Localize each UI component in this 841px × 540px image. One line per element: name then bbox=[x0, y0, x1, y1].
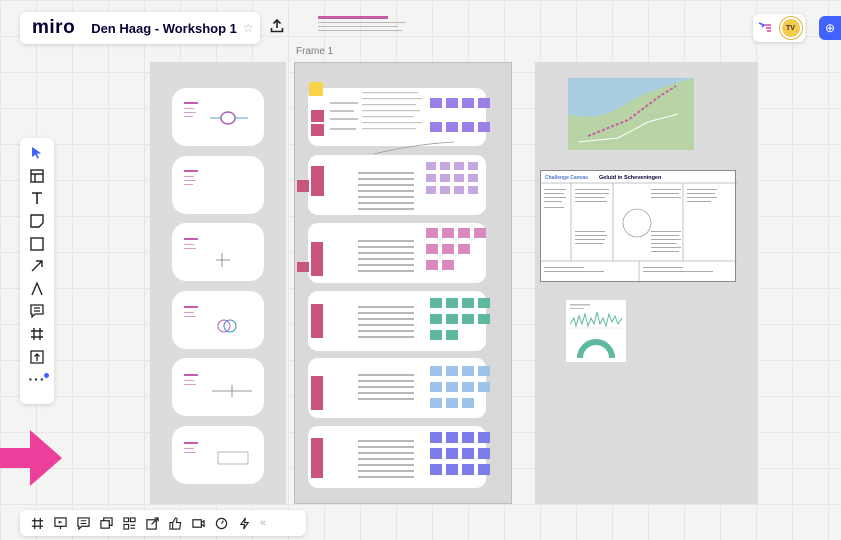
frames-icon[interactable] bbox=[26, 512, 49, 534]
upload-icon[interactable] bbox=[270, 18, 284, 37]
star-icon[interactable]: ☆ bbox=[243, 21, 254, 35]
comment-icon[interactable] bbox=[24, 300, 50, 323]
more-icon[interactable]: ··· bbox=[24, 368, 50, 391]
cursor-icon[interactable] bbox=[24, 142, 50, 165]
frame-content bbox=[297, 82, 490, 478]
globe-icon[interactable]: ⊕ bbox=[819, 16, 841, 40]
rectangle-icon[interactable] bbox=[24, 232, 50, 255]
board-header: miro Den Haag - Workshop 1 ☆ bbox=[20, 12, 283, 44]
reaction-icon[interactable] bbox=[757, 20, 773, 37]
canvas-text-note[interactable] bbox=[318, 16, 408, 38]
apps-icon[interactable] bbox=[233, 512, 256, 534]
arrow-shape[interactable] bbox=[0, 430, 62, 486]
collaboration-bar: TV bbox=[753, 14, 805, 42]
video-icon[interactable] bbox=[187, 512, 210, 534]
presentation-icon[interactable] bbox=[49, 512, 72, 534]
kanban-icon[interactable] bbox=[118, 512, 141, 534]
cards-icon[interactable] bbox=[95, 512, 118, 534]
canvas-structure bbox=[541, 182, 737, 283]
layout-icon[interactable] bbox=[24, 165, 50, 188]
card-thumbnails bbox=[184, 102, 252, 465]
voting-icon[interactable] bbox=[164, 512, 187, 534]
chart-image[interactable] bbox=[566, 300, 626, 362]
arrow-icon[interactable] bbox=[24, 255, 50, 278]
embed-icon[interactable] bbox=[141, 512, 164, 534]
map-image[interactable] bbox=[568, 78, 694, 150]
miro-logo[interactable]: miro bbox=[20, 17, 75, 39]
frame-icon[interactable] bbox=[24, 323, 50, 346]
collapse-icon[interactable]: « bbox=[260, 517, 266, 529]
avatar[interactable]: TV bbox=[779, 17, 802, 39]
comments-icon[interactable] bbox=[72, 512, 95, 534]
frame-label[interactable]: Frame 1 bbox=[296, 46, 333, 57]
text-icon[interactable] bbox=[24, 187, 50, 210]
pen-icon[interactable] bbox=[24, 278, 50, 301]
timer-icon[interactable] bbox=[210, 512, 233, 534]
collaboration-toolbar: « bbox=[20, 510, 306, 536]
board-title[interactable]: Den Haag - Workshop 1 bbox=[91, 21, 237, 36]
upload-icon[interactable] bbox=[24, 345, 50, 368]
creation-toolbar: ··· bbox=[20, 138, 54, 404]
challenge-canvas[interactable]: Challenge Canvas Geluid in Scheveningen bbox=[540, 170, 737, 283]
sticky-note-icon[interactable] bbox=[24, 210, 50, 233]
